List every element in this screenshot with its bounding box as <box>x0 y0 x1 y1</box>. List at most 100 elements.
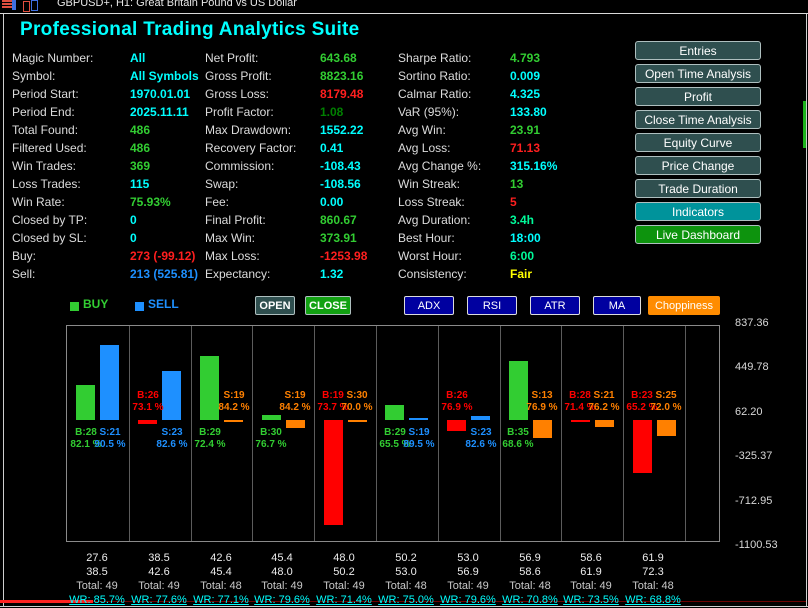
stat-row: Sharpe Ratio: 4.793 <box>398 49 557 67</box>
stat-label: Commission: <box>205 159 275 173</box>
stat-row: Final Profit: 860.67 <box>205 211 367 229</box>
nav-button-indicators[interactable]: Indicators <box>635 202 761 221</box>
stat-label: Avg Change %: <box>398 159 482 173</box>
price-scale-marker <box>803 101 806 148</box>
stat-label: Avg Loss: <box>398 141 451 155</box>
buy-bar-bin-6 <box>385 405 404 420</box>
stat-row: Calmar Ratio: 4.325 <box>398 85 557 103</box>
stat-row: Consistency: Fair <box>398 265 557 283</box>
stat-row: Period Start: 1970.01.01 <box>12 85 199 103</box>
x-axis-total: Total: 49 <box>447 580 489 592</box>
nav-button-entries[interactable]: Entries <box>635 41 761 60</box>
buy-bar-bin-1 <box>76 385 95 420</box>
indicator-button-atr[interactable]: ATR <box>530 296 580 315</box>
stat-row: Gross Profit: 8823.16 <box>205 67 367 85</box>
stat-value: 860.67 <box>320 213 357 227</box>
stat-value: 1970.01.01 <box>130 87 191 101</box>
indicator-button-choppiness[interactable]: Choppiness <box>648 296 720 315</box>
stats-column-2: Net Profit: 643.68 Gross Profit: 8823.16 Gro… <box>205 49 367 283</box>
stat-label: Swap: <box>205 177 239 191</box>
stat-row: Sortino Ratio: 0.009 <box>398 67 557 85</box>
stat-value: 4.793 <box>510 51 541 65</box>
stat-label: Closed by SL: <box>12 231 87 245</box>
x-axis-hi: 48.0 <box>271 566 293 578</box>
stat-value: 213 (525.81) <box>130 267 199 281</box>
panel-left-border <box>3 14 4 606</box>
stat-value: 13 <box>510 177 524 191</box>
chart-bars-icon[interactable] <box>2 0 16 11</box>
x-axis-wr: WR: 73.5% <box>563 594 619 606</box>
x-axis-hi: 56.9 <box>457 566 479 578</box>
stat-row: Max Drawdown: 1552.22 <box>205 121 367 139</box>
stat-label: Consistency: <box>398 267 467 281</box>
nav-button-close-time-analysis[interactable]: Close Time Analysis <box>635 110 761 129</box>
indicator-button-rsi[interactable]: RSI <box>467 296 517 315</box>
x-axis-total: Total: 49 <box>261 580 303 592</box>
sell-bar-label: S:30 70.0 % <box>341 390 373 413</box>
nav-button-live-dashboard[interactable]: Live Dashboard <box>635 225 761 244</box>
stat-row: Best Hour: 18:00 <box>398 229 557 247</box>
x-axis-total: Total: 49 <box>138 580 180 592</box>
x-axis-bin-label: 27.6 38.5 Total: 49 WR: 85.7% <box>62 551 132 607</box>
stat-label: Loss Trades: <box>12 177 81 191</box>
x-axis-bin-label: 61.9 72.3 Total: 48 WR: 68.8% <box>618 551 688 607</box>
stat-row: Net Profit: 643.68 <box>205 49 367 67</box>
x-axis-hi: 50.2 <box>333 566 355 578</box>
stat-value: 0.009 <box>510 69 541 83</box>
x-axis-lo: 53.0 <box>457 552 479 564</box>
stat-row: Avg Loss: 71.13 <box>398 139 557 157</box>
stat-row: Swap: -108.56 <box>205 175 367 193</box>
open-button[interactable]: OPEN <box>255 296 295 315</box>
stat-row: Avg Change %: 315.16% <box>398 157 557 175</box>
buy-legend-label: BUY <box>83 297 109 311</box>
stat-label: Calmar Ratio: <box>398 87 472 101</box>
sell-bar-bin-3 <box>224 420 243 422</box>
stat-row: Max Win: 373.91 <box>205 229 367 247</box>
stat-value: -108.43 <box>320 159 361 173</box>
x-axis-lo: 42.6 <box>210 552 232 564</box>
stat-value: 8823.16 <box>320 69 364 83</box>
x-axis-bin-label: 53.0 56.9 Total: 49 WR: 79.6% <box>433 551 503 607</box>
stat-row: Commission: -108.43 <box>205 157 367 175</box>
stat-row: Period End: 2025.11.11 <box>12 103 199 121</box>
stat-value: 0.00 <box>320 195 344 209</box>
close-button[interactable]: CLOSE <box>305 296 351 315</box>
y-axis-tick: -1100.53 <box>735 539 778 551</box>
stat-value: 5 <box>510 195 517 209</box>
x-axis-wr: WR: 71.4% <box>316 594 372 606</box>
stat-value: 3.4h <box>510 213 535 227</box>
x-axis-bin-label: 45.4 48.0 Total: 49 WR: 79.6% <box>247 551 317 607</box>
candlestick-icon[interactable] <box>22 0 38 12</box>
stat-row: VaR (95%): 133.80 <box>398 103 557 121</box>
stat-value: 486 <box>130 123 151 137</box>
x-axis-lo: 27.6 <box>86 552 108 564</box>
x-axis-hi: 38.5 <box>86 566 108 578</box>
buy-bar-bin-4 <box>262 415 281 420</box>
stat-label: Gross Profit: <box>205 69 272 83</box>
indicator-button-ma[interactable]: MA <box>593 296 641 315</box>
stat-label: Net Profit: <box>205 51 259 65</box>
stat-value: 4.325 <box>510 87 541 101</box>
x-axis-total: Total: 49 <box>323 580 365 592</box>
x-axis-total: Total: 48 <box>385 580 427 592</box>
stat-label: Period End: <box>12 105 75 119</box>
nav-button-trade-duration[interactable]: Trade Duration <box>635 179 761 198</box>
nav-button-price-change[interactable]: Price Change <box>635 156 761 175</box>
x-axis-bin-label: 42.6 45.4 Total: 48 WR: 77.1% <box>186 551 256 607</box>
x-axis-hi: 42.6 <box>148 566 170 578</box>
nav-button-profit[interactable]: Profit <box>635 87 761 106</box>
stat-row: Max Loss: -1253.98 <box>205 247 367 265</box>
x-axis-lo: 45.4 <box>271 552 293 564</box>
stat-label: VaR (95%): <box>398 105 460 119</box>
stat-value: 486 <box>130 141 151 155</box>
nav-button-open-time-analysis[interactable]: Open Time Analysis <box>635 64 761 83</box>
nav-button-equity-curve[interactable]: Equity Curve <box>635 133 761 152</box>
stat-value: 273 (-99.12) <box>130 249 196 263</box>
stat-label: Win Streak: <box>398 177 461 191</box>
stat-row: Win Rate: 75.93% <box>12 193 199 211</box>
x-axis-wr: WR: 77.1% <box>193 594 249 606</box>
x-axis-total: Total: 49 <box>570 580 612 592</box>
stat-row: Worst Hour: 6:00 <box>398 247 557 265</box>
indicator-button-adx[interactable]: ADX <box>404 296 454 315</box>
stat-value: 23.91 <box>510 123 541 137</box>
